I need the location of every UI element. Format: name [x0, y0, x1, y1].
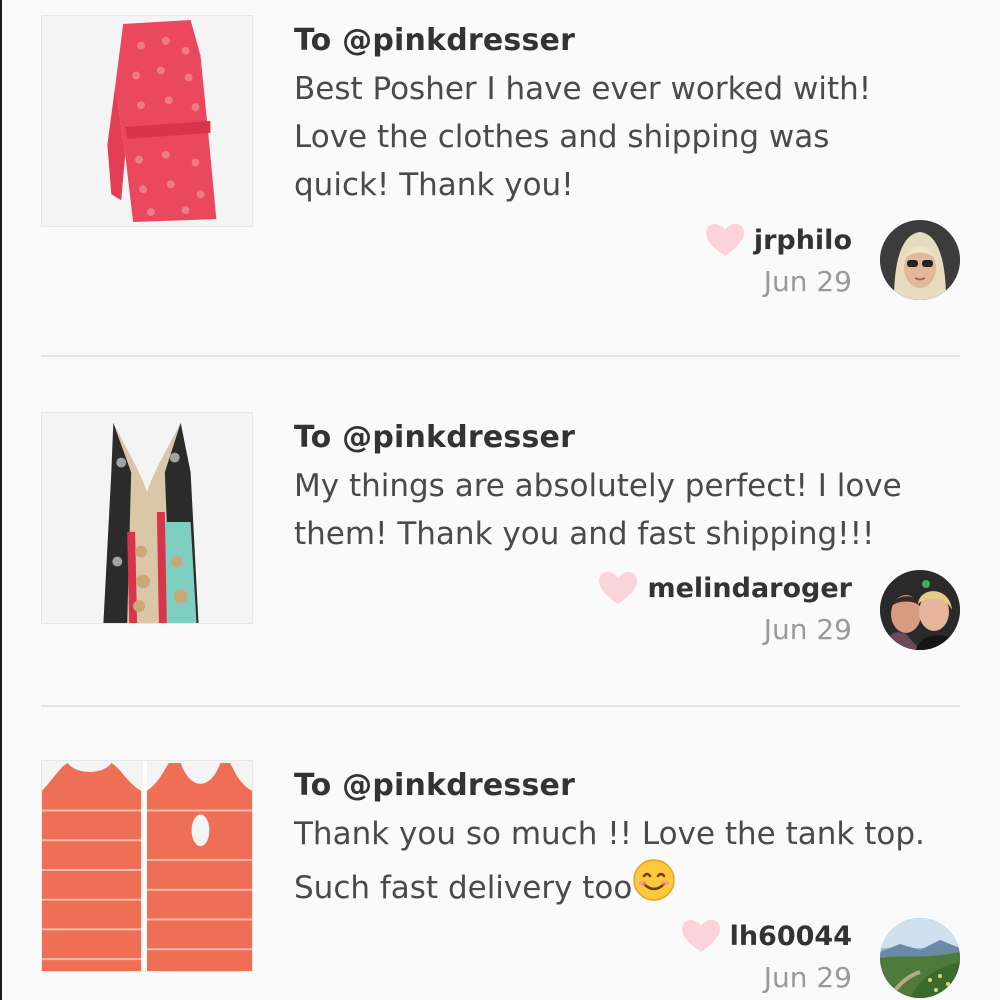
reviewer-username[interactable]: melindaroger: [647, 573, 852, 604]
paisley-halter-top-photo: [42, 413, 252, 623]
review-date: Jun 29: [763, 265, 852, 298]
reviewer-avatar[interactable]: [880, 220, 960, 300]
product-photo[interactable]: [41, 15, 253, 227]
reviewer-username[interactable]: jrphilo: [754, 225, 852, 256]
pink-one-shoulder-dress-photo: [42, 16, 252, 226]
heart-icon[interactable]: [680, 918, 722, 954]
review-date: Jun 29: [763, 613, 852, 646]
review-item: To @pinkdresser Best Posher I have ever …: [0, 0, 1000, 350]
reviewer-avatar[interactable]: [880, 570, 960, 650]
reviewer-avatar[interactable]: [880, 918, 960, 998]
heart-icon[interactable]: [704, 222, 746, 258]
review-message-text: Thank you so much !! Love the tank top. …: [294, 816, 925, 906]
review-message: My things are absolutely perfect! I love…: [294, 468, 902, 552]
product-photo[interactable]: [41, 760, 253, 972]
heart-icon[interactable]: [597, 570, 639, 606]
couple-selfie-avatar: [880, 570, 960, 650]
review-item: To @pinkdresser My things are absolutely…: [0, 350, 1000, 700]
recipient-line: To @pinkdresser: [294, 23, 576, 58]
recipient-line: To @pinkdresser: [294, 420, 576, 455]
review-item: To @pinkdresser Thank you so much !! Lov…: [0, 700, 1000, 1000]
woman-sunglasses-avatar: [880, 220, 960, 300]
review-message: Best Posher I have ever worked with! Lov…: [294, 71, 872, 203]
landscape-avatar: [880, 918, 960, 998]
smiling-face-emoji-icon: [632, 858, 676, 916]
coral-tank-top-photos: [42, 761, 252, 971]
review-date: Jun 29: [763, 961, 852, 994]
reviewer-username[interactable]: lh60044: [730, 921, 852, 952]
product-photo[interactable]: [41, 412, 253, 624]
recipient-line: To @pinkdresser: [294, 768, 576, 803]
review-message: Thank you so much !! Love the tank top. …: [294, 810, 954, 916]
